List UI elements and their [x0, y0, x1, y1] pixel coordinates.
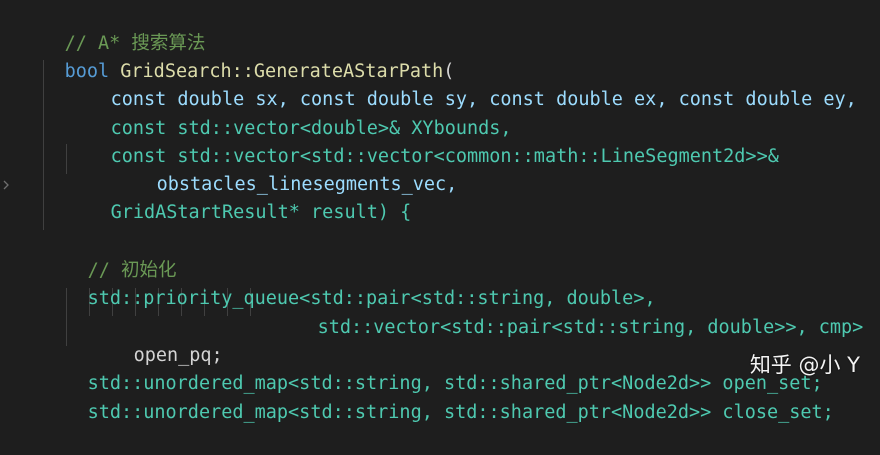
code-editor[interactable]: // A* 搜索算法 bool GridSearch::GenerateASta…	[0, 0, 880, 423]
code-line[interactable]: std::priority_queue<std::pair<std::strin…	[43, 257, 656, 309]
code-text: std::unordered_map<std::string, std::sha…	[87, 402, 834, 423]
code-text: std::vector<std::pair<std::string, doubl…	[317, 317, 864, 338]
watermark: 知乎 @小 Y	[749, 353, 860, 377]
code-line[interactable]: // 初始化	[43, 229, 177, 281]
fold-chevron-icon[interactable]	[2, 177, 12, 191]
code-line[interactable]: bool GridSearch::GenerateAStarPath(	[20, 30, 455, 82]
code-line[interactable]: GridAStartResult* result) {	[66, 171, 412, 223]
code-text: GridAStartResult* result) {	[110, 202, 412, 223]
code-line[interactable]: std::unordered_map<std::string, std::sha…	[43, 371, 834, 423]
code-line[interactable]: open_pq;	[89, 314, 223, 366]
code-line[interactable]: const std::vector<std::vector<common::ma…	[66, 115, 779, 167]
code-line[interactable]: // A* 搜索算法	[20, 2, 206, 54]
code-line[interactable]: const std::vector<double>& XYbounds,	[66, 87, 512, 139]
code-line[interactable]: obstacles_linesegments_vec,	[112, 143, 458, 195]
code-line[interactable]: std::unordered_map<std::string, std::sha…	[43, 342, 823, 394]
code-line[interactable]: const double sx, const double sy, const …	[66, 58, 857, 110]
code-line[interactable]: std::vector<std::pair<std::string, doubl…	[273, 286, 864, 338]
